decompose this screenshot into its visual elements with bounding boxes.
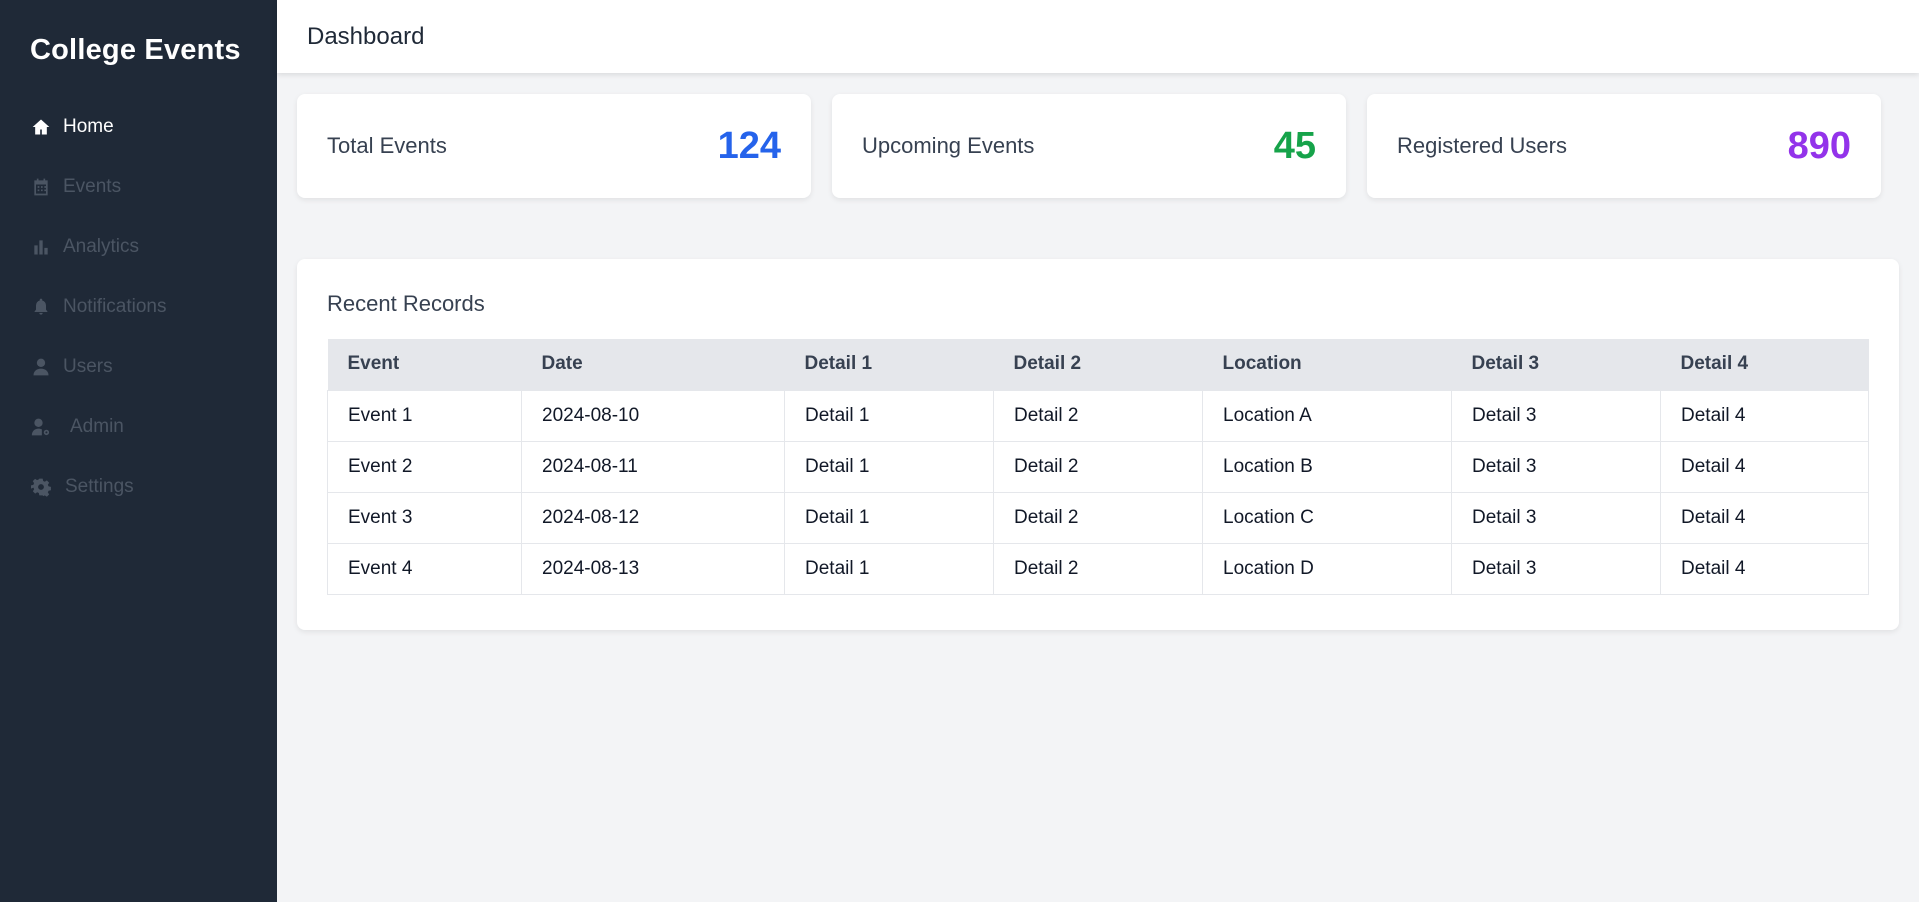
column-header-detail-2[interactable]: Detail 2 — [993, 339, 1203, 390]
sidebar-item-label: Notifications — [63, 296, 167, 317]
table-cell: Event 4 — [327, 542, 522, 595]
home-icon — [30, 116, 52, 138]
table-cell: Event 1 — [327, 389, 522, 442]
table-cell: 2024-08-12 — [521, 491, 785, 544]
sidebar-item-analytics[interactable]: Analytics — [0, 217, 277, 277]
sidebar-item-label: Home — [63, 116, 114, 137]
table-cell: Detail 2 — [993, 440, 1203, 493]
gear-icon — [30, 476, 52, 498]
table-cell: 2024-08-13 — [521, 542, 785, 595]
top-bar: Dashboard — [277, 0, 1919, 73]
table-row[interactable]: Event 3 2024-08-12 Detail 1 Detail 2 Loc… — [327, 491, 1869, 544]
table-cell: Detail 2 — [993, 542, 1203, 595]
table-cell: Event 3 — [327, 491, 522, 544]
section-title: Recent Records — [327, 291, 485, 316]
column-header-location[interactable]: Location — [1202, 339, 1452, 390]
table-cell: Detail 3 — [1451, 440, 1661, 493]
sidebar-item-label: Events — [63, 176, 122, 197]
table-cell: Detail 4 — [1660, 440, 1869, 493]
recent-records-panel: Recent Records Event Date Detail 1 Detai… — [297, 259, 1899, 630]
column-header-detail-1[interactable]: Detail 1 — [784, 339, 994, 390]
table-cell: 2024-08-10 — [521, 389, 785, 442]
app-root: College Events Home Events Analytics Not… — [0, 0, 1919, 902]
table-cell: Detail 2 — [993, 491, 1203, 544]
sidebar-item-settings[interactable]: Settings — [0, 457, 277, 517]
table-row[interactable]: Event 2 2024-08-11 Detail 1 Detail 2 Loc… — [327, 440, 1869, 493]
stat-card-total-events: Total Events 124 — [297, 94, 811, 198]
table-cell: Location D — [1202, 542, 1452, 595]
stats-row: Total Events 124 Upcoming Events 45 Regi… — [297, 94, 1881, 198]
column-header-detail-3[interactable]: Detail 3 — [1451, 339, 1661, 390]
user-icon — [30, 356, 52, 378]
sidebar-item-label: Users — [63, 356, 113, 377]
table-cell: Detail 1 — [784, 389, 994, 442]
table-header-row: Event Date Detail 1 Detail 2 Location De… — [327, 339, 1869, 390]
sidebar-item-label: Admin — [70, 416, 124, 437]
bar-chart-icon — [30, 236, 52, 258]
sidebar-item-home[interactable]: Home — [0, 97, 277, 157]
sidebar-item-notifications[interactable]: Notifications — [0, 277, 277, 337]
sidebar-item-label: Settings — [65, 476, 134, 497]
stat-label: Upcoming Events — [862, 133, 1035, 158]
table-cell: Location B — [1202, 440, 1452, 493]
stat-value: 45 — [1273, 124, 1316, 167]
sidebar-item-admin[interactable]: Admin — [0, 397, 277, 457]
stat-label: Registered Users — [1397, 133, 1567, 158]
table-cell: Detail 1 — [784, 542, 994, 595]
user-cog-icon — [30, 416, 52, 438]
table-cell: Detail 3 — [1451, 542, 1661, 595]
main-content: Dashboard Total Events 124 Upcoming Even… — [277, 0, 1919, 902]
column-header-detail-4[interactable]: Detail 4 — [1660, 339, 1869, 390]
column-header-date[interactable]: Date — [521, 339, 785, 390]
table-cell: 2024-08-11 — [521, 440, 785, 493]
bell-icon — [30, 296, 52, 318]
sidebar: College Events Home Events Analytics Not… — [0, 0, 277, 902]
brand-title: College Events — [30, 34, 241, 66]
table-cell: Detail 1 — [784, 440, 994, 493]
sidebar-item-users[interactable]: Users — [0, 337, 277, 397]
table-cell: Location C — [1202, 491, 1452, 544]
stat-value: 124 — [717, 124, 781, 167]
table-cell: Detail 2 — [993, 389, 1203, 442]
stat-card-upcoming-events: Upcoming Events 45 — [832, 94, 1346, 198]
calendar-icon — [30, 176, 52, 198]
stat-value: 890 — [1787, 124, 1851, 167]
table-row[interactable]: Event 1 2024-08-10 Detail 1 Detail 2 Loc… — [327, 389, 1869, 442]
sidebar-item-label: Analytics — [63, 236, 140, 257]
table-row[interactable]: Event 4 2024-08-13 Detail 1 Detail 2 Loc… — [327, 542, 1869, 595]
sidebar-item-events[interactable]: Events — [0, 157, 277, 217]
table-cell: Detail 3 — [1451, 389, 1661, 442]
records-table: Event Date Detail 1 Detail 2 Location De… — [327, 339, 1869, 595]
table-cell: Event 2 — [327, 440, 522, 493]
page-title: Dashboard — [307, 22, 425, 50]
table-cell: Detail 4 — [1660, 491, 1869, 544]
column-header-event[interactable]: Event — [327, 339, 522, 390]
table-cell: Location A — [1202, 389, 1452, 442]
table-cell: Detail 4 — [1660, 389, 1869, 442]
table-cell: Detail 3 — [1451, 491, 1661, 544]
stat-card-registered-users: Registered Users 890 — [1367, 94, 1881, 198]
table-cell: Detail 1 — [784, 491, 994, 544]
stat-label: Total Events — [327, 133, 447, 158]
table-cell: Detail 4 — [1660, 542, 1869, 595]
